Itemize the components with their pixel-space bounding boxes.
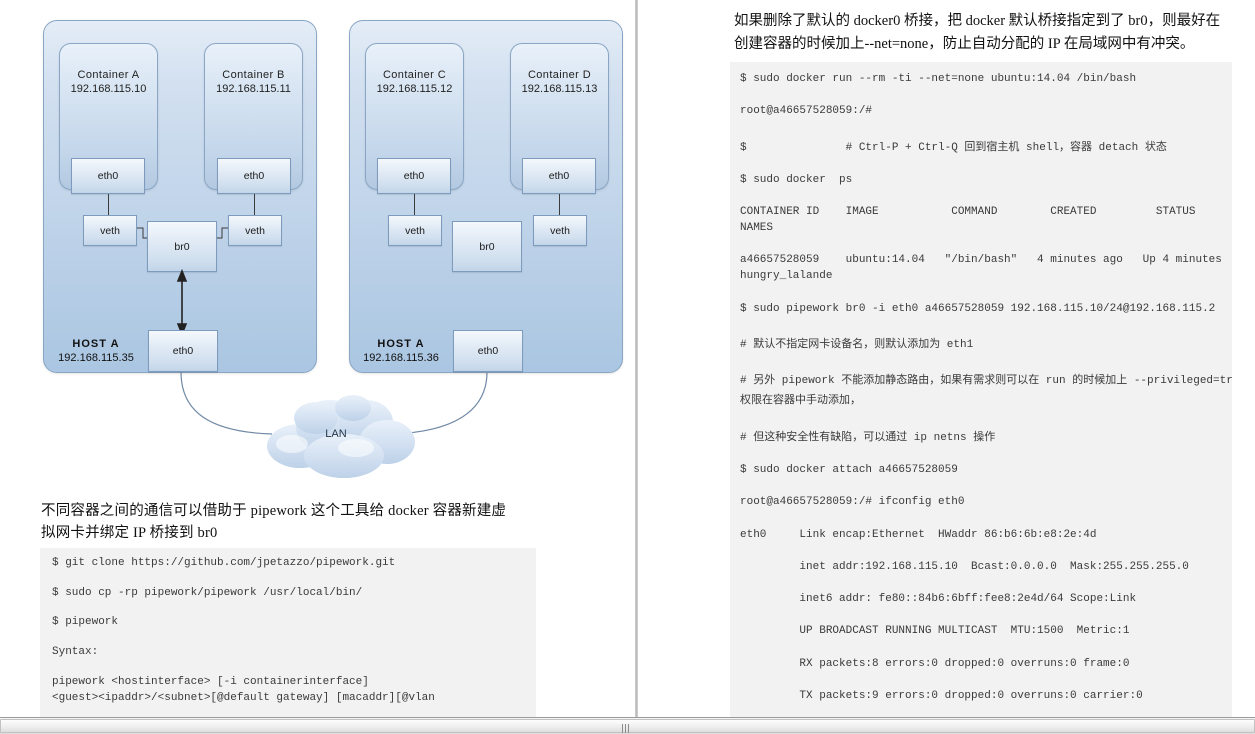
code-line: NAMES — [740, 222, 774, 235]
code-line: root@a46657528059:/# — [740, 105, 873, 118]
code-line: $ # Ctrl-P + Ctrl-Q 回到宿主机 shell，容器 detac… — [740, 141, 1167, 154]
container-c-eth0: eth0 — [377, 158, 451, 194]
host2-label: HOST A 192.168.115.36 — [351, 337, 451, 365]
code-line: $ sudo docker run --rm -ti --net=none ub… — [740, 73, 1137, 85]
scrollbar-grip-icon — [622, 724, 632, 733]
left-code-block: $ git clone https://github.com/jpetazzo/… — [40, 548, 536, 717]
host1-veth-left: veth — [83, 215, 137, 246]
container-d-ip: 192.168.115.13 — [521, 83, 598, 95]
code-line: 权限在容器中手动添加， — [740, 395, 861, 408]
host1-veth-right-real: veth — [228, 215, 282, 246]
host2-veth-right: veth — [533, 215, 587, 246]
code-line: $ sudo docker attach a46657528059 — [740, 463, 958, 476]
code-line: $ sudo docker ps — [740, 173, 853, 186]
code-line: inet6 addr: fe80::84b6:6bff:fee8:2e4d/64… — [740, 593, 1137, 606]
host2-veth-left: veth — [388, 215, 442, 246]
host2-name: HOST A — [377, 338, 425, 350]
container-c-title: Container C — [382, 69, 447, 81]
code-line: $ pipework — [52, 616, 119, 629]
host1-label: HOST A 192.168.115.35 — [46, 337, 146, 365]
container-a-eth0: eth0 — [71, 158, 145, 194]
lan-cloud: LAN — [258, 382, 428, 482]
container-d-eth0: eth0 — [522, 158, 596, 194]
code-line: UP BROADCAST RUNNING MULTICAST MTU:1500 … — [740, 625, 1130, 638]
container-c-ip: 192.168.115.12 — [376, 83, 453, 95]
code-line: CONTAINER ID IMAGE COMMAND CREATED STATU… — [740, 206, 1196, 219]
right-paragraph: 如果删除了默认的 docker0 桥接，把 docker 默认桥接指定到了 br… — [734, 13, 1221, 52]
host2-ip: 192.168.115.36 — [363, 352, 439, 364]
right-code-block: $ sudo docker run --rm -ti --net=none ub… — [730, 62, 1232, 717]
right-page-column: 如果删除了默认的 docker0 桥接，把 docker 默认桥接指定到了 br… — [638, 0, 1255, 717]
code-line: a46657528059 ubuntu:14.04 "/bin/bash" 4 … — [740, 254, 1222, 267]
host1-eth0: eth0 — [148, 330, 218, 372]
host2-eth0: eth0 — [453, 330, 523, 372]
document-page: Container A 192.168.115.10 Container B 1… — [0, 0, 1255, 734]
code-line: $ git clone https://github.com/jpetazzo/… — [52, 557, 396, 569]
code-line: Syntax: — [52, 646, 99, 659]
code-line: # 默认不指定网卡设备名，则默认添加为 eth1 — [740, 339, 974, 352]
code-line: inet addr:192.168.115.10 Bcast:0.0.0.0 M… — [740, 560, 1189, 573]
container-a-title: Container A — [77, 69, 140, 81]
code-line: pipework <hostinterface> [-i containerin… — [52, 675, 369, 688]
scrollbar-thumb[interactable] — [0, 719, 1255, 733]
container-b-eth0: eth0 — [217, 158, 291, 194]
host1-ip: 192.168.115.35 — [58, 352, 134, 364]
container-b-ip: 192.168.115.11 — [216, 83, 291, 95]
container-b-title: Container B — [222, 69, 285, 81]
cloud-icon: LAN — [267, 395, 415, 478]
left-paragraph: 不同容器之间的通信可以借助于 pipework 这个工具给 docker 容器新… — [41, 503, 507, 541]
code-line: RX packets:8 errors:0 dropped:0 overruns… — [740, 657, 1130, 670]
code-line: # 但这种安全性有缺陷，可以通过 ip netns 操作 — [740, 431, 996, 444]
host1-name: HOST A — [72, 338, 120, 350]
code-line: TX packets:9 errors:0 dropped:0 overruns… — [740, 690, 1143, 703]
host2-br0: br0 — [452, 221, 522, 272]
code-line: # 另外 pipework 不能添加静态路由，如果有需求则可以在 run 的时候… — [740, 375, 1232, 388]
code-line: <guest><ipaddr>/<subnet>[@default gatewa… — [52, 691, 435, 704]
container-a-ip: 192.168.115.10 — [70, 83, 147, 95]
code-line: eth0 Link encap:Ethernet HWaddr 86:b6:6b… — [740, 528, 1097, 541]
code-line: root@a46657528059:/# ifconfig eth0 — [740, 496, 965, 509]
lan-cloud-label: LAN — [325, 428, 346, 440]
horizontal-scrollbar[interactable] — [0, 717, 1255, 734]
container-d-title: Container D — [527, 69, 592, 81]
host1-br0: br0 — [147, 221, 217, 272]
docker-bridge-network-diagram: Container A 192.168.115.10 Container B 1… — [0, 0, 634, 490]
code-line: $ sudo cp -rp pipework/pipework /usr/loc… — [52, 586, 363, 599]
code-line: $ sudo pipework br0 -i eth0 a46657528059… — [740, 302, 1216, 315]
code-line: hungry_lalande — [740, 270, 833, 283]
left-page-column: Container A 192.168.115.10 Container B 1… — [0, 0, 634, 717]
